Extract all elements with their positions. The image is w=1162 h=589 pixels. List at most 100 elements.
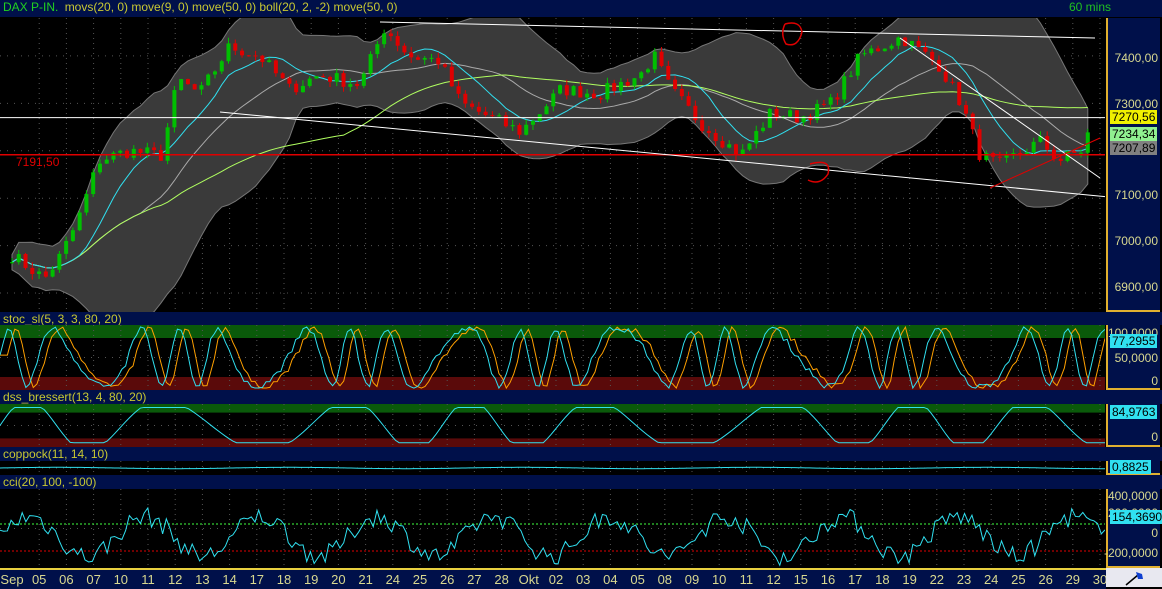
candle [273, 60, 278, 74]
candle [673, 79, 678, 90]
candle [761, 127, 766, 132]
candle [869, 48, 874, 54]
stoch-tick: 50,0000 [1114, 351, 1158, 365]
candle [287, 78, 292, 84]
coppock-header: coppock(11, 14, 10) [0, 447, 1162, 461]
time-label: 24 [385, 572, 401, 587]
candle [97, 163, 102, 173]
coppock-title: coppock(11, 14, 10) [3, 447, 109, 461]
candle [37, 271, 42, 274]
ma-tag: 7234,34 [1110, 127, 1158, 141]
candle [91, 172, 96, 195]
candle [612, 83, 617, 92]
candle [368, 54, 373, 74]
candle [375, 44, 380, 55]
candle [483, 111, 488, 116]
candle [957, 82, 962, 106]
candle [497, 115, 502, 117]
candle [280, 73, 285, 79]
candle [578, 86, 583, 98]
candle [923, 46, 928, 52]
price-chart[interactable] [0, 18, 1105, 312]
price-tick: 7300,00 [1114, 97, 1158, 111]
time-label: 19 [303, 572, 319, 587]
last-price-tag: 7270,56 [1110, 110, 1158, 124]
candle [23, 254, 28, 268]
candle [138, 148, 143, 153]
time-label: 24 [983, 572, 999, 587]
time-label: 25 [412, 572, 428, 587]
candle [185, 79, 190, 85]
candle [436, 57, 441, 65]
time-label: 09 [684, 572, 700, 587]
candle [896, 37, 901, 46]
candle [618, 82, 623, 92]
cci-panel[interactable] [0, 489, 1105, 568]
coppock-axis: 0,8825 [1106, 460, 1160, 475]
price-tick: 7000,00 [1114, 234, 1158, 248]
candle [172, 90, 177, 128]
candle [226, 43, 231, 62]
coppock-line [0, 466, 1105, 470]
candle [152, 147, 157, 151]
candle [930, 51, 935, 60]
cci-tick: 0 [1151, 526, 1158, 540]
oversold-zone [0, 438, 1105, 447]
candle [328, 76, 333, 82]
candle [145, 147, 150, 153]
time-label: 27 [467, 572, 482, 587]
overbought-zone [0, 404, 1105, 413]
candle [889, 45, 894, 49]
candle [382, 33, 387, 45]
candle [774, 108, 779, 118]
candle [828, 97, 833, 105]
candle [219, 61, 224, 72]
hline-label: 7191,50 [16, 155, 60, 169]
time-label: 29 [1065, 572, 1081, 587]
dss-title: dss_bressert(13, 4, 80, 20) [3, 390, 147, 404]
candle [233, 43, 238, 51]
candle [57, 253, 62, 270]
candle [192, 84, 197, 90]
cci-axis: 400,0000 200,0000 0 -200,0000 154,3690 [1104, 489, 1162, 568]
candle [199, 85, 204, 90]
candle [625, 82, 630, 86]
draw-tool-button[interactable] [1106, 568, 1162, 587]
time-label: 26 [1038, 572, 1053, 587]
candle [70, 230, 75, 241]
candle [605, 83, 610, 100]
time-label: 08 [657, 572, 673, 587]
candle [476, 106, 481, 112]
dss-panel[interactable] [0, 404, 1105, 447]
candle [212, 71, 217, 75]
cci-line [0, 506, 1105, 567]
candle [111, 152, 116, 160]
candle [253, 55, 258, 57]
annotation-circle [782, 22, 803, 46]
cci-title: cci(20, 100, -100) [3, 475, 97, 489]
time-axis: Sep 05 06 07 10 11 12 13 14 17 18 19 20 21 24 25 26 27 28 O… [0, 568, 1107, 589]
bollinger-band [11, 18, 1089, 312]
chart-header: DAX P-IN. movs(20, 0) move(9, 0) move(50… [0, 0, 1162, 17]
time-label: 05 [630, 572, 645, 587]
candle [632, 78, 637, 86]
coppock-panel[interactable] [0, 461, 1105, 475]
candle [1058, 158, 1063, 161]
time-label: 12 [167, 572, 183, 587]
candle [64, 240, 69, 254]
candle [16, 254, 21, 263]
stoch-panel[interactable] [0, 325, 1105, 390]
candle [964, 105, 969, 114]
candle [727, 144, 732, 148]
candle [835, 97, 840, 100]
time-label: 18 [276, 572, 292, 587]
candle [970, 113, 975, 130]
candle [443, 64, 448, 67]
candle [1072, 151, 1077, 153]
candle [821, 103, 826, 105]
candle [788, 110, 793, 117]
time-label: Sep [0, 572, 24, 587]
candle [733, 144, 738, 156]
candle [794, 110, 799, 123]
candle [754, 131, 759, 144]
